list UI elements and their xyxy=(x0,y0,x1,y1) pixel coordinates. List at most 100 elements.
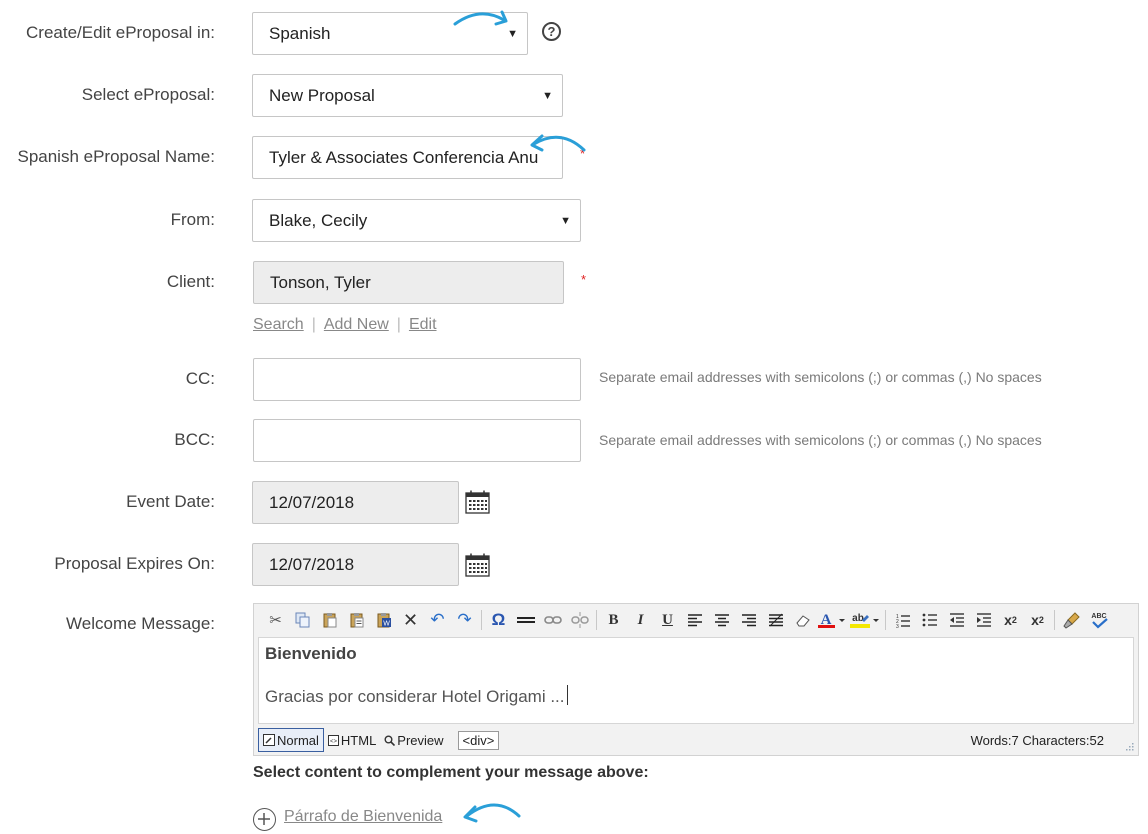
eproposal-name-value: Tyler & Associates Conferencia Anu xyxy=(269,147,539,167)
outdent-icon[interactable] xyxy=(943,608,970,632)
cc-hint: Separate email addresses with semicolons… xyxy=(599,369,1042,385)
preview-mode-button[interactable]: Preview xyxy=(380,729,447,751)
copy-icon[interactable] xyxy=(289,608,316,632)
magnifier-icon xyxy=(384,735,396,746)
editor-heading: Bienvenido xyxy=(265,644,357,663)
highlight-color-icon[interactable]: ab xyxy=(848,608,882,632)
bold-icon[interactable]: B xyxy=(600,608,627,632)
bcc-input[interactable] xyxy=(253,419,581,462)
annotation-arrow-icon xyxy=(463,803,521,823)
toolbar-separator xyxy=(885,610,886,630)
add-circle-icon[interactable] xyxy=(253,808,276,831)
editor-statusbar: Normal <> HTML Preview <div> Words:7 Cha… xyxy=(258,727,1134,753)
welcome-label: Welcome Message: xyxy=(66,614,215,633)
html-mode-label: HTML xyxy=(340,732,377,748)
link-icon[interactable] xyxy=(539,608,566,632)
welcome-editor: ✂ W ✕ ↶ ↷ Ω B I U A ab 1 2 3 x 2 x 2 ABC… xyxy=(253,603,1139,756)
svg-text:W: W xyxy=(383,621,390,628)
align-left-icon[interactable] xyxy=(681,608,708,632)
toolbar-separator xyxy=(596,610,597,630)
event-date-input[interactable]: 12/07/2018 xyxy=(252,481,459,524)
expires-value: 12/07/2018 xyxy=(269,554,355,574)
word-count: Words:7 Characters:52 xyxy=(970,732,1104,748)
paste-text-icon[interactable] xyxy=(343,608,370,632)
expires-input[interactable]: 12/07/2018 xyxy=(252,543,459,586)
justify-icon[interactable] xyxy=(762,608,789,632)
complement-heading: Select content to complement your messag… xyxy=(253,764,649,781)
event-date-value: 12/07/2018 xyxy=(269,492,355,512)
link-separator: | xyxy=(396,316,401,333)
editor-content-area[interactable]: Bienvenido Gracias por considerar Hotel … xyxy=(258,637,1134,724)
from-select[interactable]: Blake, Cecily ▼ xyxy=(252,199,581,242)
help-icon[interactable]: ? xyxy=(542,22,561,41)
clean-icon[interactable] xyxy=(1058,608,1085,632)
required-marker: * xyxy=(581,272,587,287)
unlink-icon[interactable] xyxy=(566,608,593,632)
search-link[interactable]: Search xyxy=(253,316,304,333)
toolbar-separator xyxy=(481,610,482,630)
toolbar-separator xyxy=(1054,610,1055,630)
subscript-icon[interactable]: x2 xyxy=(997,608,1024,632)
italic-icon[interactable]: I xyxy=(627,608,654,632)
paste-word-icon[interactable]: W xyxy=(370,608,397,632)
special-char-icon[interactable]: Ω xyxy=(485,608,512,632)
add-new-link[interactable]: Add New xyxy=(324,316,389,333)
client-links: Search | Add New | Edit xyxy=(253,316,437,334)
text-cursor xyxy=(566,685,568,705)
redo-icon[interactable]: ↷ xyxy=(451,608,478,632)
name-label: Spanish eProposal Name: xyxy=(17,147,215,166)
client-label: Client: xyxy=(166,272,215,291)
svg-text:3: 3 xyxy=(896,624,899,628)
align-center-icon[interactable] xyxy=(708,608,735,632)
svg-text:<>: <> xyxy=(330,739,338,745)
align-right-icon[interactable] xyxy=(735,608,762,632)
eproposal-label: Select eProposal: xyxy=(81,85,215,104)
eraser-icon[interactable] xyxy=(789,608,816,632)
editor-toolbar: ✂ W ✕ ↶ ↷ Ω B I U A ab 1 2 3 x 2 x 2 ABC xyxy=(254,604,1138,636)
superscript-icon[interactable]: x2 xyxy=(1024,608,1051,632)
font-color-icon[interactable]: A xyxy=(816,608,848,632)
html-mode-button[interactable]: <> HTML xyxy=(324,729,380,751)
welcome-paragraph-link[interactable]: Párrafo de Bienvenida xyxy=(284,808,442,826)
spellcheck-icon[interactable]: ABC xyxy=(1085,608,1112,632)
editor-body-text: Gracias por considerar Hotel Origami ... xyxy=(265,685,568,707)
remove-format-icon[interactable]: ✕ xyxy=(397,608,424,632)
client-value: Tonson, Tyler xyxy=(270,272,371,292)
calendar-icon[interactable] xyxy=(465,490,490,514)
paste-icon[interactable] xyxy=(316,608,343,632)
eproposal-select[interactable]: New Proposal ▼ xyxy=(252,74,563,117)
eproposal-select-value: New Proposal xyxy=(269,85,375,105)
resize-handle-icon[interactable] xyxy=(1124,741,1134,751)
language-label: Create/Edit eProposal in: xyxy=(26,23,215,42)
from-select-value: Blake, Cecily xyxy=(269,210,368,230)
bcc-hint: Separate email addresses with semicolons… xyxy=(599,432,1042,448)
link-separator: | xyxy=(311,316,316,333)
calendar-icon[interactable] xyxy=(465,553,490,577)
edit-link[interactable]: Edit xyxy=(409,316,437,333)
svg-text:ab: ab xyxy=(852,613,864,624)
eproposal-name-input[interactable]: Tyler & Associates Conferencia Anu xyxy=(252,136,563,179)
svg-text:ABC: ABC xyxy=(1091,613,1106,620)
chevron-down-icon: ▼ xyxy=(560,214,571,227)
expires-label: Proposal Expires On: xyxy=(54,554,215,573)
normal-mode-label: Normal xyxy=(277,732,319,748)
annotation-arrow-icon xyxy=(530,134,586,152)
language-select-value: Spanish xyxy=(269,23,331,43)
underline-icon[interactable]: U xyxy=(654,608,681,632)
indent-icon[interactable] xyxy=(970,608,997,632)
preview-mode-label: Preview xyxy=(397,732,444,748)
cc-input[interactable] xyxy=(253,358,581,401)
event-date-label: Event Date: xyxy=(126,492,215,511)
element-path-tag[interactable]: <div> xyxy=(457,730,500,750)
undo-icon[interactable]: ↶ xyxy=(424,608,451,632)
horizontal-rule-icon[interactable] xyxy=(512,608,539,632)
client-field: Tonson, Tyler xyxy=(253,261,564,304)
bullet-list-icon[interactable] xyxy=(916,608,943,632)
bcc-label: BCC: xyxy=(174,430,215,449)
cut-icon[interactable]: ✂ xyxy=(262,608,289,632)
normal-mode-button[interactable]: Normal xyxy=(258,728,324,752)
annotation-arrow-icon xyxy=(453,10,508,26)
ordered-list-icon[interactable]: 123 xyxy=(889,608,916,632)
chevron-down-icon: ▼ xyxy=(542,89,553,102)
editor-body-value: Gracias por considerar Hotel Origami ... xyxy=(265,687,565,706)
